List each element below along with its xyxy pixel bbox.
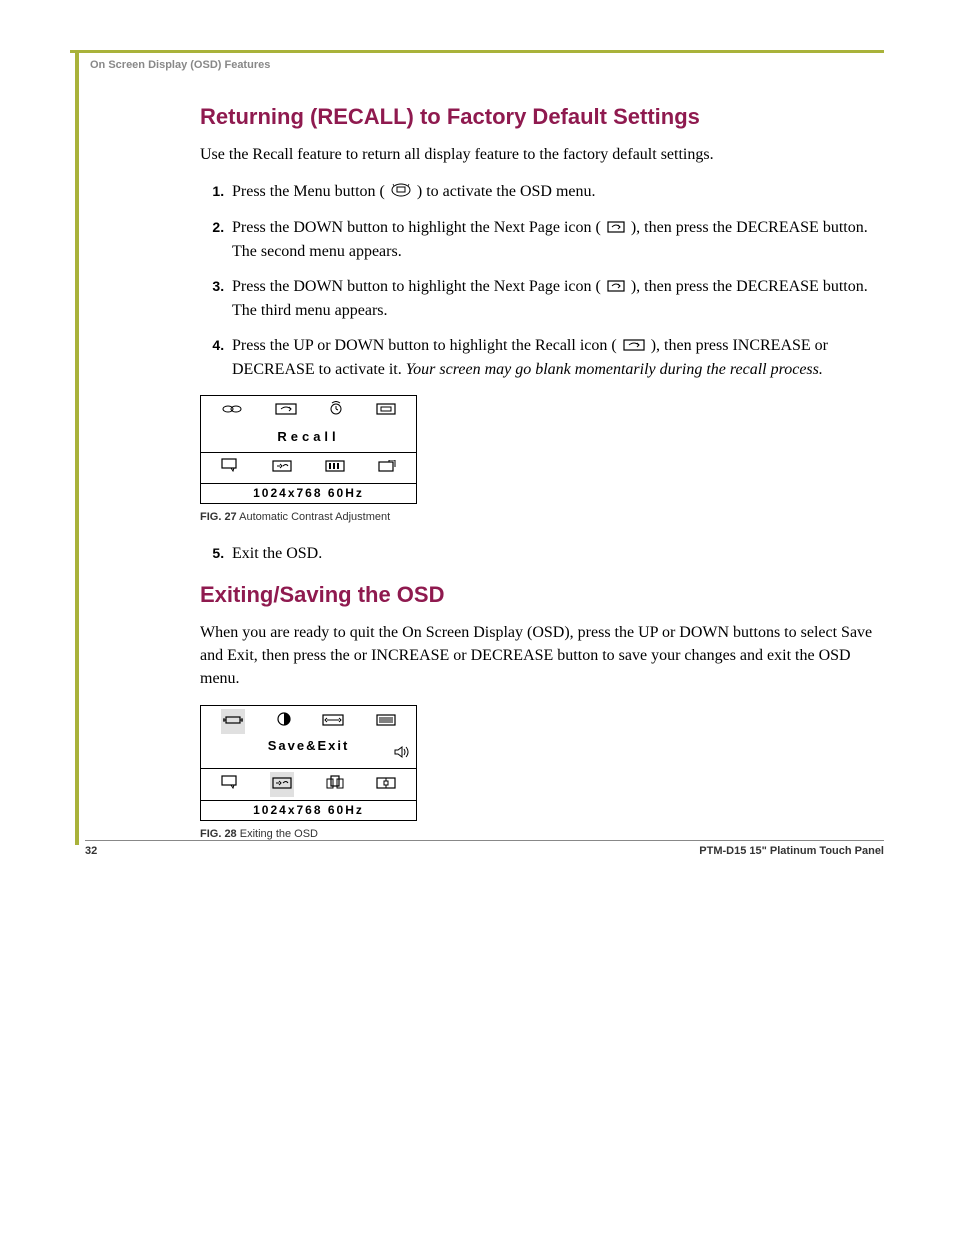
display-icon <box>376 399 396 422</box>
side-rule <box>75 50 79 845</box>
page-number: 32 <box>85 845 97 857</box>
footer: 32 PTM-D15 15" Platinum Touch Panel <box>85 840 884 857</box>
hsize-icon <box>322 710 344 733</box>
step-2: Press the DOWN button to highlight the N… <box>228 216 874 263</box>
doc-title: PTM-D15 15" Platinum Touch Panel <box>699 845 884 857</box>
next-page-icon <box>607 276 625 299</box>
center-icon <box>376 773 396 796</box>
section1-intro: Use the Recall feature to return all dis… <box>200 143 874 166</box>
page-icon <box>378 456 396 479</box>
osd-figure-recall: Recall 1024x768 60Hz <box>200 395 417 504</box>
osd-figure-exit: Save&Exit 1024x768 60Hz <box>200 705 417 822</box>
osd-title: Recall <box>201 426 416 454</box>
step-4: Press the UP or DOWN button to highlight… <box>228 334 874 381</box>
step-5: Exit the OSD. <box>228 542 874 565</box>
speaker-icon <box>394 745 410 764</box>
section1-steps-cont: Exit the OSD. <box>200 542 874 565</box>
next-page-icon <box>607 217 625 240</box>
recall-icon <box>275 399 297 422</box>
exit-door-icon <box>325 773 345 796</box>
section2-title: Exiting/Saving the OSD <box>200 579 874 611</box>
next-small-icon <box>272 456 292 479</box>
osd2-title-row: Save&Exit <box>201 737 416 769</box>
recall-icon <box>623 335 645 358</box>
section1-steps: Press the Menu button ( ) to activate th… <box>200 180 874 381</box>
osd-row-top <box>201 396 416 425</box>
osd-row-bottom <box>201 453 416 482</box>
osd2-status: 1024x768 60Hz <box>201 800 416 820</box>
step-3: Press the DOWN button to highlight the N… <box>228 275 874 322</box>
section1-title: Returning (RECALL) to Factory Default Se… <box>200 101 874 133</box>
menu-button-icon <box>391 181 411 204</box>
osd-status: 1024x768 60Hz <box>201 483 416 503</box>
hpos-icon <box>221 709 245 734</box>
link-icon <box>221 399 243 422</box>
osd2-row-top <box>201 706 416 737</box>
step-1: Press the Menu button ( ) to activate th… <box>228 180 874 204</box>
osd2-row-bottom <box>201 769 416 800</box>
bars-icon <box>325 456 345 479</box>
clock-icon <box>328 399 344 422</box>
contrast-icon <box>277 710 291 733</box>
section2-intro: When you are ready to quit the On Screen… <box>200 621 874 691</box>
speech-icon <box>221 773 239 796</box>
next-small-icon <box>270 772 294 797</box>
speech-icon <box>221 456 239 479</box>
running-head: On Screen Display (OSD) Features <box>90 59 884 71</box>
fig27-caption: FIG. 27 Automatic Contrast Adjustment <box>200 510 874 526</box>
top-rule <box>70 50 884 53</box>
lines-icon <box>376 710 396 733</box>
